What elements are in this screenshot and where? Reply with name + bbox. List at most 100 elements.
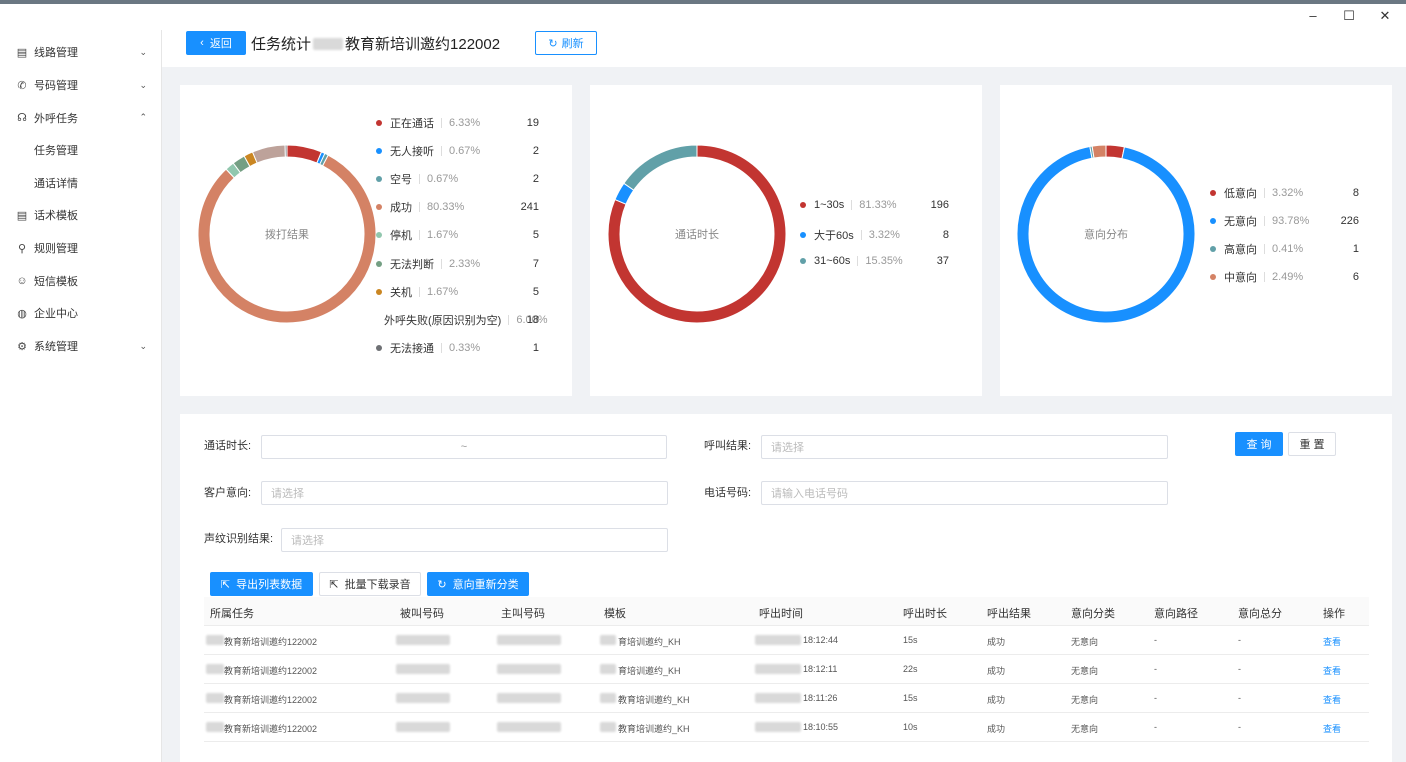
donut-slice[interactable] [1091,144,1107,159]
reclassify-button-label: 意向重新分类 [452,579,519,591]
view-link[interactable]: 查看 [1323,664,1341,677]
legend-dot-icon [376,148,382,155]
redacted-text [497,664,561,674]
legend-percent: 0.41% [1264,244,1303,255]
legend-item[interactable]: 31~60s 15.35% 37 [800,255,955,267]
column-header: 呼出时长 [903,608,947,620]
legend-label: 中意向 [1224,272,1257,285]
range-separator: ~ [460,441,468,453]
legend-item[interactable]: 无人接听 0.67% 2 [376,143,545,159]
legend-item[interactable]: 空号 0.67% 2 [376,171,545,187]
filter-table-card: 通话时长: ~ 呼叫结果: 请选择 查 询 重 置 客户意向: 请选择 电话号码… [180,414,1392,762]
duration-range-input[interactable]: ~ [261,435,667,459]
legend-item[interactable]: 正在通话 6.33% 19 [376,115,545,131]
cell-intent-path: - [1154,693,1157,703]
legend-label: 外呼失败(原因识别为空) [384,314,502,327]
legend-count: 18 [526,313,539,326]
legend-label: 停机 [390,230,412,243]
legend-item[interactable]: 停机 1.67% 5 [376,227,545,243]
sidebar-item[interactable]: ⚙ 系统管理 ⌄ [0,330,161,363]
legend-item[interactable]: 大于60s 3.32% 8 [800,227,955,243]
legend-item[interactable]: 中意向 2.49% 6 [1210,269,1365,285]
legend-item[interactable]: 1~30s 81.33% 196 [800,199,955,211]
legend-count: 2 [532,145,539,158]
view-link[interactable]: 查看 [1323,693,1341,706]
cell-intent: 无意向 [1071,695,1099,705]
cell-result: 成功 [987,637,1006,647]
sidebar-subitem[interactable]: 任务管理 [0,134,161,167]
column-header: 意向路径 [1154,608,1198,620]
redacted-text [396,664,450,674]
sidebar-item[interactable]: ✆ 号码管理 ⌄ [0,69,161,102]
column-header: 操作 [1323,608,1345,620]
legend-percent: 1.67% [419,286,458,297]
column-header: 被叫号码 [400,608,444,620]
legend-count: 6 [1352,271,1359,284]
minimize-button[interactable]: – [1306,8,1320,24]
column-header: 意向总分 [1238,608,1282,620]
donut-slice[interactable] [251,144,286,164]
voiceprint-select[interactable]: 请选择 [281,528,668,552]
legend-percent: 3.32% [1264,188,1303,199]
redacted-text [206,664,224,674]
legend-item[interactable]: 无法接通 0.33% 1 [376,340,545,356]
donut-slice[interactable] [286,144,323,164]
table-header: 所属任务 被叫号码 主叫号码 模板 呼出时间 呼出时长 呼出结果 意向分类 意向路径 意向总分 操作 [204,597,1369,626]
redacted-text [600,693,616,703]
donut-slice[interactable] [284,144,288,158]
legend-item[interactable]: 关机 1.67% 5 [376,284,545,300]
back-button[interactable]: ‹ 返回 [186,31,246,55]
close-button[interactable]: ✕ [1378,8,1392,24]
legend-dot-icon [376,176,382,183]
legend-item[interactable]: 高意向 0.41% 1 [1210,241,1365,257]
sidebar-item[interactable]: ◍ 企业中心 [0,297,161,330]
donut-slice[interactable] [623,144,698,191]
view-link[interactable]: 查看 [1323,722,1341,735]
reset-button[interactable]: 重 置 [1288,432,1336,456]
phone-input[interactable]: 请输入电话号码 [761,481,1168,505]
sidebar-item-label: 系统管理 [34,341,78,354]
view-link[interactable]: 查看 [1323,635,1341,648]
legend-count: 2 [532,173,539,186]
export-button-label: 导出列表数据 [236,579,303,591]
legend-label: 无法接通 [390,342,434,355]
sidebar-item[interactable]: ☺ 短信模板 [0,264,161,297]
download-recordings-button[interactable]: ⇱ 批量下载录音 [319,572,421,596]
intent-select[interactable]: 请选择 [261,481,668,505]
legend-count: 1 [1352,243,1359,256]
back-button-label: 返回 [209,38,232,50]
legend-item[interactable]: 成功 80.33% 241 [376,199,545,215]
query-button[interactable]: 查 询 [1235,432,1283,456]
list-icon: ▤ [16,46,28,59]
refresh-button[interactable]: ↻ 刷新 [535,31,597,55]
cell-result: 成功 [987,724,1006,734]
sidebar-item[interactable]: ▤ 线路管理 ⌄ [0,36,161,69]
legend-count: 1 [532,341,539,354]
legend-count: 226 [1340,215,1359,228]
cell-call-time: 18:12:44 [803,635,839,645]
legend-item[interactable]: 无法判断 2.33% 7 [376,256,545,272]
redacted-text [206,722,224,732]
chevron-down-icon: ⌄ [139,340,147,351]
export-button[interactable]: ⇱ 导出列表数据 [210,572,313,596]
cell-intent-score: - [1238,664,1241,674]
legend-percent: 15.35% [857,256,903,267]
intent-filter-label: 客户意向: [204,487,252,499]
duration-card: 通话时长 1~30s 81.33% 196 大于60s 3.32% 8 31~60s 15.3… [590,85,982,396]
legend-percent: 0.67% [419,174,458,185]
legend-item[interactable]: 低意向 3.32% 8 [1210,185,1365,201]
sidebar-item[interactable]: ▤ 话术模板 [0,199,161,232]
redacted-text [755,693,801,703]
sidebar-subitem[interactable]: 通话详情 [0,167,161,200]
reclassify-button[interactable]: ↻ 意向重新分类 [427,572,529,596]
sidebar-item[interactable]: ⚲ 规则管理 [0,232,161,265]
result-select[interactable]: 请选择 [761,435,1168,459]
redacted-text [755,722,801,732]
donut-slice[interactable] [1105,144,1126,160]
sidebar-item[interactable]: ☊ 外呼任务 ⌃ [0,101,161,134]
legend-dot-icon [376,120,382,126]
legend-item[interactable]: 无意向 93.78% 226 [1210,213,1365,229]
maximize-button[interactable]: ☐ [1342,8,1356,24]
cell-intent: 无意向 [1071,724,1099,734]
legend-item[interactable]: 外呼失败(原因识别为空) 6.00% 18 [376,312,548,328]
